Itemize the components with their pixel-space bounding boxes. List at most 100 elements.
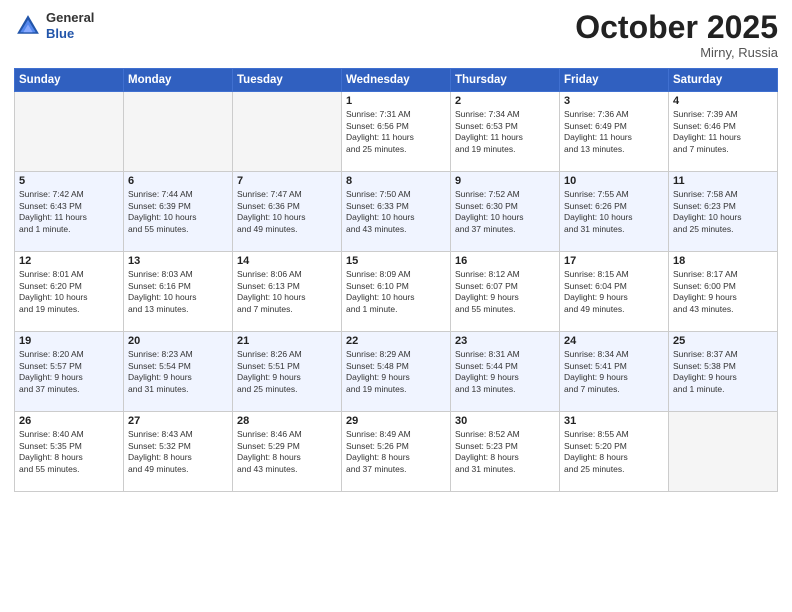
day-number: 29 — [346, 415, 446, 427]
calendar-cell: 7Sunrise: 7:47 AM Sunset: 6:36 PM Daylig… — [233, 172, 342, 252]
weekday-wednesday: Wednesday — [342, 69, 451, 92]
day-info: Sunrise: 8:09 AM Sunset: 6:10 PM Dayligh… — [346, 269, 446, 315]
calendar-cell: 31 Sunrise: 8:55 AM Sunset: 5:20 PM Dayli… — [560, 412, 669, 492]
calendar-cell: 23 Sunrise: 8:31 AM Sunset: 5:44 PM Dayli… — [451, 332, 560, 412]
day-info: Sunrise: 8:15 AM Sunset: 6:04 PM Dayligh… — [564, 269, 664, 315]
calendar-cell: 30 Sunrise: 8:52 AM Sunset: 5:23 PM Dayli… — [451, 412, 560, 492]
day-info: Sunrise: 8:49 AM Sunset: 5:26 PM Dayligh… — [346, 429, 446, 475]
day-info: Sunrise: 8:40 AM Sunset: 5:35 PM Dayligh… — [19, 429, 119, 475]
day-info: Sunrise: 8:34 AM Sunset: 5:41 PM Dayligh… — [564, 349, 664, 395]
calendar-cell: 19 Sunrise: 8:20 AM Sunset: 5:57 PM Dayli… — [15, 332, 124, 412]
day-number: 1 — [346, 95, 446, 107]
day-number: 8 — [346, 175, 446, 187]
day-number: 31 — [564, 415, 664, 427]
calendar-cell: 16 Sunrise: 8:12 AM Sunset: 6:07 PM Dayli… — [451, 252, 560, 332]
title-block: October 2025 Mirny, Russia — [575, 10, 778, 60]
day-info: Sunrise: 7:47 AM Sunset: 6:36 PM Dayligh… — [237, 189, 337, 235]
calendar-cell: 15 Sunrise: 8:09 AM Sunset: 6:10 PM Dayli… — [342, 252, 451, 332]
location: Mirny, Russia — [575, 45, 778, 60]
day-number: 2 — [455, 95, 555, 107]
day-info: Sunrise: 8:12 AM Sunset: 6:07 PM Dayligh… — [455, 269, 555, 315]
day-number: 27 — [128, 415, 228, 427]
day-info: Sunrise: 7:44 AM Sunset: 6:39 PM Dayligh… — [128, 189, 228, 235]
logo: General Blue — [14, 10, 94, 41]
day-info: Sunrise: 7:31 AM Sunset: 6:56 PM Dayligh… — [346, 109, 446, 155]
month-title: October 2025 — [575, 10, 778, 45]
calendar-cell: 21Sunrise: 8:26 AM Sunset: 5:51 PM Dayli… — [233, 332, 342, 412]
day-number: 10 — [564, 175, 664, 187]
day-info: Sunrise: 7:42 AM Sunset: 6:43 PM Dayligh… — [19, 189, 119, 235]
day-number: 14 — [237, 255, 337, 267]
logo-text: General Blue — [46, 10, 94, 41]
calendar-cell: 18Sunrise: 8:17 AM Sunset: 6:00 PM Dayli… — [669, 252, 778, 332]
calendar-cell: 12Sunrise: 8:01 AM Sunset: 6:20 PM Dayli… — [15, 252, 124, 332]
day-info: Sunrise: 7:50 AM Sunset: 6:33 PM Dayligh… — [346, 189, 446, 235]
logo-icon — [14, 12, 42, 40]
calendar-cell — [124, 92, 233, 172]
page-header: General Blue October 2025 Mirny, Russia — [14, 10, 778, 60]
day-info: Sunrise: 7:52 AM Sunset: 6:30 PM Dayligh… — [455, 189, 555, 235]
day-info: Sunrise: 7:36 AM Sunset: 6:49 PM Dayligh… — [564, 109, 664, 155]
day-number: 23 — [455, 335, 555, 347]
calendar-cell: 20 Sunrise: 8:23 AM Sunset: 5:54 PM Dayli… — [124, 332, 233, 412]
day-info: Sunrise: 7:58 AM Sunset: 6:23 PM Dayligh… — [673, 189, 773, 235]
day-number: 25 — [673, 335, 773, 347]
calendar-week-1: 1 Sunrise: 7:31 AM Sunset: 6:56 PM Daylig… — [15, 92, 778, 172]
day-info: Sunrise: 8:43 AM Sunset: 5:32 PM Dayligh… — [128, 429, 228, 475]
day-number: 9 — [455, 175, 555, 187]
day-info: Sunrise: 8:26 AM Sunset: 5:51 PM Dayligh… — [237, 349, 337, 395]
day-number: 22 — [346, 335, 446, 347]
calendar-week-4: 19 Sunrise: 8:20 AM Sunset: 5:57 PM Dayli… — [15, 332, 778, 412]
day-number: 15 — [346, 255, 446, 267]
day-number: 24 — [564, 335, 664, 347]
calendar-cell: 11 Sunrise: 7:58 AM Sunset: 6:23 PM Dayli… — [669, 172, 778, 252]
calendar-cell: 13 Sunrise: 8:03 AM Sunset: 6:16 PM Dayli… — [124, 252, 233, 332]
day-info: Sunrise: 8:23 AM Sunset: 5:54 PM Dayligh… — [128, 349, 228, 395]
day-info: Sunrise: 8:20 AM Sunset: 5:57 PM Dayligh… — [19, 349, 119, 395]
calendar-week-2: 5 Sunrise: 7:42 AM Sunset: 6:43 PM Daylig… — [15, 172, 778, 252]
day-info: Sunrise: 8:03 AM Sunset: 6:16 PM Dayligh… — [128, 269, 228, 315]
calendar-cell: 14Sunrise: 8:06 AM Sunset: 6:13 PM Dayli… — [233, 252, 342, 332]
weekday-sunday: Sunday — [15, 69, 124, 92]
day-info: Sunrise: 7:34 AM Sunset: 6:53 PM Dayligh… — [455, 109, 555, 155]
calendar-cell: 3Sunrise: 7:36 AM Sunset: 6:49 PM Daylig… — [560, 92, 669, 172]
calendar-cell: 4Sunrise: 7:39 AM Sunset: 6:46 PM Daylig… — [669, 92, 778, 172]
day-number: 4 — [673, 95, 773, 107]
day-info: Sunrise: 8:31 AM Sunset: 5:44 PM Dayligh… — [455, 349, 555, 395]
day-info: Sunrise: 8:29 AM Sunset: 5:48 PM Dayligh… — [346, 349, 446, 395]
day-number: 28 — [237, 415, 337, 427]
calendar-cell: 6 Sunrise: 7:44 AM Sunset: 6:39 PM Daylig… — [124, 172, 233, 252]
day-info: Sunrise: 8:37 AM Sunset: 5:38 PM Dayligh… — [673, 349, 773, 395]
day-number: 30 — [455, 415, 555, 427]
calendar-cell: 29 Sunrise: 8:49 AM Sunset: 5:26 PM Dayli… — [342, 412, 451, 492]
calendar-table: SundayMondayTuesdayWednesdayThursdayFrid… — [14, 68, 778, 492]
day-info: Sunrise: 8:46 AM Sunset: 5:29 PM Dayligh… — [237, 429, 337, 475]
calendar-cell: 1 Sunrise: 7:31 AM Sunset: 6:56 PM Daylig… — [342, 92, 451, 172]
day-number: 11 — [673, 175, 773, 187]
calendar-cell: 9 Sunrise: 7:52 AM Sunset: 6:30 PM Daylig… — [451, 172, 560, 252]
calendar-cell — [15, 92, 124, 172]
calendar-week-3: 12Sunrise: 8:01 AM Sunset: 6:20 PM Dayli… — [15, 252, 778, 332]
calendar-cell: 26 Sunrise: 8:40 AM Sunset: 5:35 PM Dayli… — [15, 412, 124, 492]
day-number: 16 — [455, 255, 555, 267]
day-number: 13 — [128, 255, 228, 267]
calendar-cell: 17Sunrise: 8:15 AM Sunset: 6:04 PM Dayli… — [560, 252, 669, 332]
day-number: 19 — [19, 335, 119, 347]
day-number: 6 — [128, 175, 228, 187]
weekday-header-row: SundayMondayTuesdayWednesdayThursdayFrid… — [15, 69, 778, 92]
day-info: Sunrise: 8:55 AM Sunset: 5:20 PM Dayligh… — [564, 429, 664, 475]
calendar-cell: 8 Sunrise: 7:50 AM Sunset: 6:33 PM Daylig… — [342, 172, 451, 252]
day-number: 20 — [128, 335, 228, 347]
day-number: 26 — [19, 415, 119, 427]
weekday-tuesday: Tuesday — [233, 69, 342, 92]
weekday-monday: Monday — [124, 69, 233, 92]
calendar-cell: 22 Sunrise: 8:29 AM Sunset: 5:48 PM Dayli… — [342, 332, 451, 412]
day-number: 5 — [19, 175, 119, 187]
day-info: Sunrise: 7:55 AM Sunset: 6:26 PM Dayligh… — [564, 189, 664, 235]
day-number: 18 — [673, 255, 773, 267]
calendar-cell: 24 Sunrise: 8:34 AM Sunset: 5:41 PM Dayli… — [560, 332, 669, 412]
weekday-friday: Friday — [560, 69, 669, 92]
weekday-thursday: Thursday — [451, 69, 560, 92]
calendar-cell: 10 Sunrise: 7:55 AM Sunset: 6:26 PM Dayli… — [560, 172, 669, 252]
day-info: Sunrise: 8:52 AM Sunset: 5:23 PM Dayligh… — [455, 429, 555, 475]
